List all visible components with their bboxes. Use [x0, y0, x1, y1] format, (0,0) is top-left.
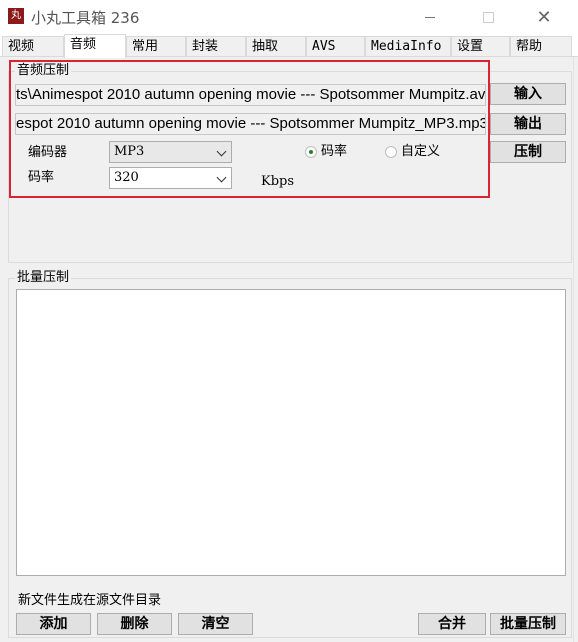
radio-bitrate[interactable]	[305, 146, 317, 158]
window-title: 小丸工具箱 236	[31, 9, 140, 27]
maximize-button	[465, 0, 511, 34]
input-button[interactable]: 输入	[490, 83, 566, 105]
add-button[interactable]: 添加	[16, 613, 91, 635]
app-icon: 丸	[8, 8, 24, 24]
radio-bitrate-label: 码率	[321, 144, 348, 159]
minimize-icon	[425, 16, 435, 18]
output-button[interactable]: 输出	[490, 113, 566, 135]
audio-panel: 音频压制 ts\Animespot 2010 autumn opening mo…	[0, 57, 578, 642]
tab-extract[interactable]: 抽取	[246, 36, 306, 57]
output-path-field[interactable]: espot 2010 autumn opening movie --- Spot…	[15, 113, 486, 135]
encoder-select[interactable]: MP3	[109, 141, 232, 163]
bitrate-value: 320	[114, 170, 139, 185]
radio-custom[interactable]	[385, 146, 397, 158]
chevron-down-icon	[216, 172, 227, 183]
tab-strip: 视频 音频 常用 封装 抽取 AVS MediaInfo 设置 帮助	[0, 34, 578, 58]
batch-title: 批量压制	[15, 270, 72, 286]
encoder-label: 编码器	[28, 145, 68, 160]
panel-scroll-edge	[573, 57, 578, 642]
compress-button[interactable]: 压制	[490, 141, 566, 163]
audio-compress-title: 音频压制	[15, 63, 72, 79]
bitrate-label: 码率	[28, 170, 55, 185]
radio-custom-label: 自定义	[401, 144, 441, 159]
chevron-down-icon	[216, 146, 227, 157]
merge-button[interactable]: 合并	[418, 613, 486, 635]
encoder-value: MP3	[114, 144, 145, 159]
batch-note: 新文件生成在源文件目录	[18, 593, 162, 608]
title-bar[interactable]: 丸 小丸工具箱 236 ✕	[0, 0, 578, 34]
tab-mux[interactable]: 封装	[186, 36, 246, 57]
close-button[interactable]: ✕	[521, 0, 567, 34]
bitrate-select[interactable]: 320	[109, 167, 232, 189]
minimize-button[interactable]	[407, 0, 453, 34]
tab-help[interactable]: 帮助	[510, 36, 572, 57]
tab-settings[interactable]: 设置	[451, 36, 510, 57]
delete-button[interactable]: 删除	[97, 613, 172, 635]
batch-file-list[interactable]	[16, 289, 566, 576]
tab-common[interactable]: 常用	[126, 36, 186, 57]
tab-video[interactable]: 视频	[2, 36, 64, 57]
input-path-field[interactable]: ts\Animespot 2010 autumn opening movie -…	[15, 84, 486, 106]
maximize-icon	[482, 11, 494, 23]
close-icon: ✕	[536, 6, 552, 28]
bitrate-unit: Kbps	[261, 174, 295, 189]
tab-audio[interactable]: 音频	[64, 34, 126, 58]
batch-compress-button[interactable]: 批量压制	[490, 613, 566, 635]
tab-mediainfo[interactable]: MediaInfo	[365, 36, 451, 57]
tab-avs[interactable]: AVS	[306, 36, 365, 57]
clear-button[interactable]: 清空	[178, 613, 253, 635]
